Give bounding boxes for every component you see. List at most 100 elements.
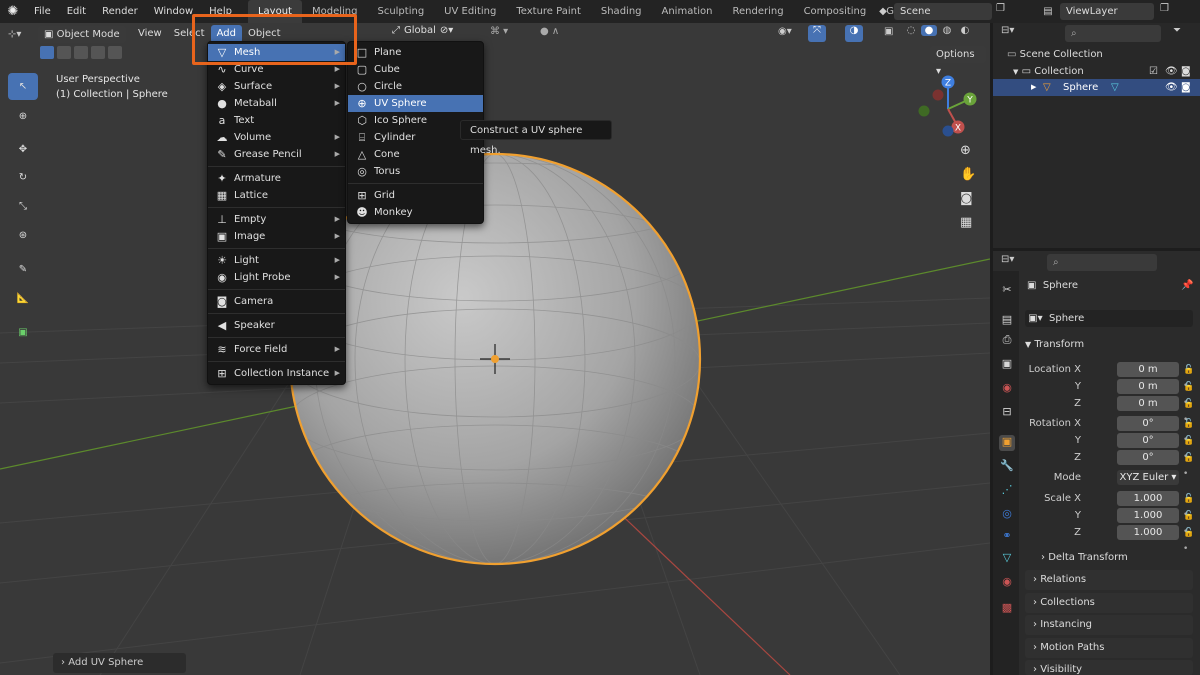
menu-item-monkey[interactable]: ☻ Monkey xyxy=(348,204,483,221)
menu-item-image[interactable]: ▣ Image ▶ xyxy=(208,228,345,245)
scene-tab-icon[interactable]: ◉ xyxy=(999,381,1015,397)
menu-item-armature[interactable]: ✦ Armature xyxy=(208,170,345,187)
rotation-z-field[interactable]: 0° xyxy=(1117,450,1179,465)
orientation-dropdown[interactable]: ⤢ Global ⊘▾ xyxy=(392,25,453,36)
menu-edit[interactable]: Edit xyxy=(59,0,94,23)
motion-paths-panel[interactable]: › Motion Paths xyxy=(1025,638,1193,658)
measure-tool[interactable]: 📐 xyxy=(8,285,38,312)
constraints-tab-icon[interactable]: ⚭ xyxy=(999,529,1015,545)
collection-camera-icon[interactable]: ◙ xyxy=(1181,63,1191,80)
tab-animation[interactable]: Animation xyxy=(652,0,723,23)
scale-z-field[interactable]: 1.000 xyxy=(1117,525,1179,540)
3d-viewport[interactable]: ⊹▾ ▣ Object Mode ▾ ViewSelectAddObject ⤢… xyxy=(0,23,990,675)
view-layer-name-field[interactable]: ViewLayer xyxy=(1060,3,1154,20)
menu-item-text[interactable]: a Text xyxy=(208,112,345,129)
object-eye-icon[interactable]: 👁 xyxy=(1165,79,1178,96)
editor-type-icon[interactable]: ⊹▾ xyxy=(8,29,34,40)
collection-eye-icon[interactable]: 👁 xyxy=(1165,63,1178,80)
navigation-gizmo[interactable]: Z Y X xyxy=(912,73,984,139)
menu-item-collection-instance[interactable]: ⊞ Collection Instance ▶ xyxy=(208,365,345,382)
zoom-icon[interactable]: ⊕ xyxy=(960,143,976,158)
menu-render[interactable]: Render xyxy=(94,0,146,23)
view-layer-selector[interactable]: ▤ ViewLayer xyxy=(1036,3,1154,20)
material-tab-icon[interactable]: ◉ xyxy=(999,575,1015,591)
scale-tool[interactable]: ⤡ xyxy=(8,193,38,220)
properties-editor-icon[interactable]: ⊟▾ xyxy=(1001,254,1014,265)
mode-dropdown[interactable]: ▣ Object Mode ▾ xyxy=(38,25,126,57)
particles-tab-icon[interactable]: ⋰ xyxy=(999,483,1015,499)
snap-icon[interactable]: ⌘ ▾ xyxy=(490,26,508,37)
menu-item-uv-sphere[interactable]: ⊕ UV Sphere xyxy=(348,95,483,112)
blender-logo-icon[interactable]: ✺ xyxy=(0,4,26,19)
perspective-toggle-icon[interactable]: ▦ xyxy=(960,215,976,230)
properties-search-field[interactable]: ⌕ xyxy=(1047,254,1157,271)
object-tab-icon[interactable]: ▣ xyxy=(999,435,1015,451)
select-box-tool[interactable]: ↖ xyxy=(8,73,38,100)
scene-collection-row[interactable]: ▭ Scene Collection xyxy=(1007,46,1103,63)
move-tool[interactable]: ✥ xyxy=(8,136,38,163)
rotation-y-field[interactable]: 0° xyxy=(1117,433,1179,448)
outliner-search-field[interactable]: ⌕ xyxy=(1065,25,1161,42)
menu-item-cube[interactable]: ▢ Cube xyxy=(348,61,483,78)
gizmo-toggle-icon[interactable]: ⤧ xyxy=(808,25,826,42)
scale-x-field[interactable]: 1.000 xyxy=(1117,491,1179,506)
add-cube-tool[interactable]: ▣ xyxy=(8,319,38,346)
rotation-x-field[interactable]: 0° xyxy=(1117,416,1179,431)
menu-item-grease-pencil[interactable]: ✎ Grease Pencil ▶ xyxy=(208,146,345,163)
pan-hand-icon[interactable]: ✋ xyxy=(960,167,976,182)
cursor-tool[interactable]: ⊕ xyxy=(8,103,38,130)
overlay-toggle-icon[interactable]: ◑ xyxy=(845,25,863,42)
xray-icon[interactable]: ▣ xyxy=(884,26,893,37)
rendered-shading-icon[interactable]: ◐ xyxy=(957,25,973,36)
collection-checkbox-icon[interactable]: ☑ xyxy=(1149,63,1158,80)
menu-item-volume[interactable]: ☁ Volume ▶ xyxy=(208,129,345,146)
last-operator-panel[interactable]: › Add UV Sphere xyxy=(53,653,186,673)
select-invert-icon[interactable] xyxy=(91,46,105,59)
visibility-icon[interactable]: ◉▾ xyxy=(778,26,792,37)
menu-item-lattice[interactable]: ▦ Lattice xyxy=(208,187,345,204)
menu-item-surface[interactable]: ◈ Surface ▶ xyxy=(208,78,345,95)
select-intersect-icon[interactable] xyxy=(108,46,122,59)
modifier-tab-icon[interactable]: 🔧 xyxy=(999,459,1015,475)
menu-item-light[interactable]: ☀ Light ▶ xyxy=(208,252,345,269)
world-tab-icon[interactable]: ⊟ xyxy=(999,405,1015,421)
tab-rendering[interactable]: Rendering xyxy=(722,0,793,23)
select-extend-icon[interactable] xyxy=(57,46,71,59)
physics-tab-icon[interactable]: ◎ xyxy=(999,507,1015,523)
view-layer-tab-icon[interactable]: ▣ xyxy=(999,357,1015,373)
scene-name-field[interactable]: Scene xyxy=(894,3,992,20)
location-z-field[interactable]: 0 m xyxy=(1117,396,1179,411)
texture-tab-icon[interactable]: ▩ xyxy=(999,601,1015,617)
menu-item-grid[interactable]: ⊞ Grid xyxy=(348,187,483,204)
collections-panel[interactable]: › Collections xyxy=(1025,593,1193,613)
instancing-panel[interactable]: › Instancing xyxy=(1025,615,1193,635)
tab-shading[interactable]: Shading xyxy=(591,0,652,23)
delta-transform-subpanel[interactable]: › Delta Transform xyxy=(1041,551,1128,565)
scale-y-field[interactable]: 1.000 xyxy=(1117,508,1179,523)
mesh-data-icon[interactable]: ▽ xyxy=(1111,79,1119,96)
menu-item-empty[interactable]: ⊥ Empty ▶ xyxy=(208,211,345,228)
output-tab-icon[interactable]: ⎙ xyxy=(999,333,1015,349)
render-tab-icon[interactable]: ▤ xyxy=(999,313,1015,329)
tab-sculpting[interactable]: Sculpting xyxy=(367,0,434,23)
scene-copy-icon[interactable]: ❐ xyxy=(996,3,1005,14)
menu-item-torus[interactable]: ◎ Torus xyxy=(348,163,483,180)
solid-shading-icon[interactable]: ● xyxy=(921,25,937,36)
menu-item-light-probe[interactable]: ◉ Light Probe ▶ xyxy=(208,269,345,286)
object-camera-icon[interactable]: ◙ xyxy=(1181,79,1191,96)
annotate-tool[interactable]: ✎ xyxy=(8,256,38,283)
outliner-editor-icon[interactable]: ⊟▾ xyxy=(1001,25,1014,36)
pin-icon[interactable]: 📌 xyxy=(1181,280,1193,291)
options-dropdown[interactable]: Options ▾ xyxy=(930,46,986,77)
menu-item-speaker[interactable]: ◀ Speaker xyxy=(208,317,345,334)
proportional-edit-icon[interactable]: ● ∧ xyxy=(540,26,559,37)
material-shading-icon[interactable]: ◍ xyxy=(939,25,955,36)
location-y-field[interactable]: 0 m xyxy=(1117,379,1179,394)
transform-panel-header[interactable]: ▼ Transform xyxy=(1025,336,1193,354)
rotate-tool[interactable]: ↻ xyxy=(8,164,38,191)
tab-uv-editing[interactable]: UV Editing xyxy=(434,0,506,23)
menu-item-metaball[interactable]: ● Metaball ▶ xyxy=(208,95,345,112)
view-layer-copy-icon[interactable]: ❐ xyxy=(1160,3,1169,14)
menu-item-circle[interactable]: ○ Circle xyxy=(348,78,483,95)
outliner-filter-icon[interactable]: ⏷ xyxy=(1173,25,1181,36)
